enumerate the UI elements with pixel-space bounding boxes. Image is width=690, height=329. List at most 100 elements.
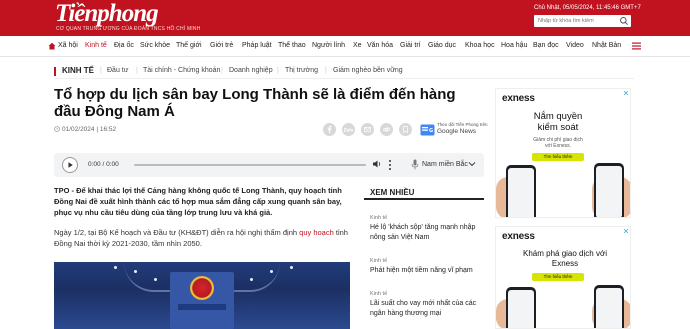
search-icon[interactable]: [619, 16, 629, 26]
main-nav: Xã hội Kinh tế Địa ốc Sức khỏe Thế giới …: [0, 36, 690, 57]
nav-item-the-gioi[interactable]: Thế giới: [176, 42, 202, 49]
audio-progress-track[interactable]: [134, 164, 366, 166]
top-header: Tiềnphong CƠ QUAN TRUNG ƯƠNG CỦA ĐOÀN TN…: [0, 0, 690, 36]
most-viewed-title: XEM NHIỀU: [370, 188, 415, 197]
photo-light: [134, 270, 137, 273]
google-news-follow[interactable]: G Theo dõi Tiền Phong trên Google News: [420, 122, 488, 138]
article-meta: 01/02/2024 | 16:52: [54, 126, 116, 133]
breadcrumb-category[interactable]: KINH TẾ: [62, 66, 94, 75]
item-title[interactable]: Phát hiện một tiềm năng vĩ phạm: [370, 266, 482, 276]
nav-item-ban-doc[interactable]: Bạn đọc: [533, 42, 559, 49]
breadcrumb-separator: |: [221, 67, 223, 74]
most-viewed-header: XEM NHIỀU: [364, 186, 484, 200]
svg-text:G: G: [429, 128, 433, 134]
chevron-down-icon[interactable]: [468, 161, 476, 167]
quy-hoach-link[interactable]: quy hoạch: [299, 228, 334, 237]
nav-item-the-thao[interactable]: Thể thao: [278, 42, 306, 49]
ad-phone: [506, 165, 536, 217]
article-title: Tổ hợp du lịch sân bay Long Thành sẽ là …: [54, 86, 456, 120]
bookmark-icon[interactable]: [399, 123, 412, 136]
clock-icon: [54, 126, 60, 132]
ad-headline: Nắm quyền kiểm soát: [533, 111, 583, 133]
article-paragraph: Ngày 1/2, tại Bộ Kế hoạch và Đầu tư (KH&…: [54, 227, 352, 249]
home-icon[interactable]: [48, 42, 56, 50]
ad-close-icon[interactable]: [623, 228, 629, 234]
nav-item-xa-hoi[interactable]: Xã hội: [58, 42, 78, 49]
more-options-icon[interactable]: [388, 159, 392, 171]
breadcrumb-thi-truong[interactable]: Thị trường: [285, 67, 318, 74]
share-zalo-icon[interactable]: Zalo: [342, 123, 355, 136]
nav-item-suc-khoe[interactable]: Sức khỏe: [140, 42, 170, 49]
ad-close-icon[interactable]: [623, 90, 629, 96]
nav-item-dia-oc[interactable]: Địa ốc: [114, 42, 134, 49]
microphone-icon: [411, 159, 419, 170]
breadcrumb-tai-chinh[interactable]: Tài chính - Chứng khoán: [143, 67, 220, 74]
photo-light: [154, 278, 157, 281]
logo-subtitle: CƠ QUAN TRUNG ƯƠNG CỦA ĐOÀN TNCS HỒ CHÍ …: [56, 26, 201, 32]
audio-time: 0:00 / 0:00: [88, 161, 119, 168]
breadcrumb-marker: [54, 67, 56, 76]
photo-banner: [178, 304, 226, 310]
nav-item-hoa-hau[interactable]: Hoa hậu: [501, 42, 527, 49]
item-title[interactable]: Lãi suất cho vay mới nhất của các ngân h…: [370, 299, 482, 319]
photo-light: [270, 270, 273, 273]
nav-item-van-hoa[interactable]: Văn hóa: [367, 42, 393, 49]
ad-banner-exness[interactable]: exness Khám phá giao dịch với Exness Tìm…: [495, 226, 631, 329]
publish-date: 01/02/2024 | 16:52: [62, 126, 117, 133]
menu-icon[interactable]: [632, 42, 641, 50]
ad-phone: [594, 285, 624, 328]
most-viewed-box: XEM NHIỀU Kinh tế Hé lộ 'khách sộp' tăng…: [364, 186, 484, 329]
audio-player: 0:00 / 0:00 Nam miền Bắc: [54, 153, 484, 177]
article-lead: TPO - Để khai thác lợi thế Cảng hàng khô…: [54, 186, 342, 217]
breadcrumb-doanh-nghiep[interactable]: Doanh nghiệp: [229, 67, 273, 74]
ad-brand: exness: [502, 93, 535, 104]
ad-cta-button[interactable]: Tìm hiểu thêm: [532, 153, 584, 161]
nav-item-nguoi-linh[interactable]: Người lính: [312, 42, 345, 49]
photo-light: [250, 278, 253, 281]
most-viewed-item[interactable]: Kinh tế Lãi suất cho vay mới nhất của cá…: [370, 291, 482, 319]
breadcrumb-separator: |: [325, 67, 327, 74]
item-category: Kinh tế: [370, 258, 388, 264]
state-emblem: [190, 276, 214, 300]
share-link-icon[interactable]: [380, 123, 393, 136]
ad-cta-button[interactable]: Tìm hiểu thêm: [532, 273, 584, 281]
breadcrumb-separator: |: [277, 67, 279, 74]
google-news-caption: Theo dõi Tiền Phong trên: [437, 122, 488, 127]
ad-headline: Khám phá giao dịch với Exness: [523, 249, 607, 268]
ad-banner-exness[interactable]: exness Nắm quyền kiểm soát Giảm chi phí …: [495, 88, 631, 218]
nav-item-kinh-te[interactable]: Kinh tế: [85, 42, 107, 49]
current-datetime: Chủ Nhật, 05/05/2024, 11:45:46 GMT+7: [534, 5, 641, 11]
item-category: Kinh tế: [370, 291, 388, 297]
item-title[interactable]: Hé lộ 'khách sộp' tăng mạnh nhập nông sả…: [370, 223, 482, 243]
nav-item-video[interactable]: Video: [566, 42, 584, 49]
play-button[interactable]: [62, 157, 78, 173]
nav-item-khoa-hoc[interactable]: Khoa học: [465, 42, 495, 49]
breadcrumb-giam-ngheo[interactable]: Giảm nghèo bền vững: [333, 67, 403, 74]
ad-phone: [506, 287, 536, 328]
nav-item-phap-luat[interactable]: Pháp luật: [242, 42, 272, 49]
nav-item-gioi-tre[interactable]: Giới trẻ: [210, 42, 233, 49]
search-box: [534, 15, 631, 27]
article-photo: [54, 262, 350, 329]
svg-text:Zalo: Zalo: [344, 128, 354, 133]
photo-light: [290, 266, 293, 269]
nav-item-giao-duc[interactable]: Giáo dục: [428, 42, 456, 49]
nav-item-nhat-ban[interactable]: Nhật Bản: [592, 42, 621, 49]
nav-item-xe[interactable]: Xe: [353, 42, 362, 49]
share-facebook-icon[interactable]: [323, 123, 336, 136]
share-email-icon[interactable]: [361, 123, 374, 136]
ad-brand: exness: [502, 231, 535, 242]
google-news-label: Google News: [437, 128, 477, 135]
breadcrumb-dau-tu[interactable]: Đầu tư: [107, 67, 128, 74]
paragraph-text: Ngày 1/2, tại Bộ Kế hoạch và Đầu tư (KH&…: [54, 228, 300, 237]
ad-subtext: Giảm chi phí giao dịch với Exness.: [533, 137, 583, 149]
search-input[interactable]: [538, 16, 618, 26]
site-logo[interactable]: Tiềnphong: [55, 1, 159, 26]
most-viewed-item[interactable]: Kinh tế Phát hiện một tiềm năng vĩ phạm: [370, 258, 482, 276]
voice-select[interactable]: Nam miền Bắc: [422, 161, 468, 168]
most-viewed-item[interactable]: Kinh tế Hé lộ 'khách sộp' tăng mạnh nhập…: [370, 215, 482, 243]
google-news-icon: G: [420, 124, 435, 136]
nav-item-giai-tri[interactable]: Giải trí: [400, 42, 421, 49]
volume-icon[interactable]: [372, 159, 382, 169]
breadcrumb: KINH TẾ | Đầu tư | Tài chính - Chứng kho…: [54, 65, 634, 79]
